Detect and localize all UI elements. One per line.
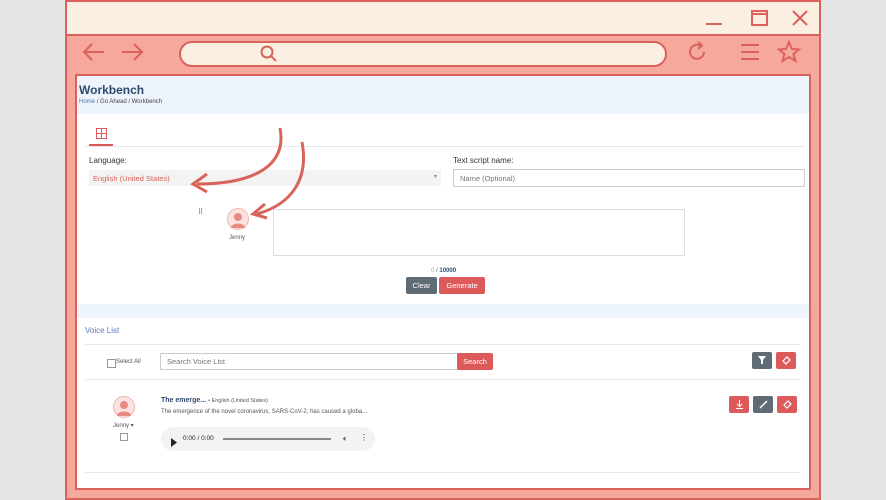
browser-frame: Workbench Home / Go Ahead / Workbench La… xyxy=(65,0,821,500)
window-titlebar xyxy=(67,2,819,36)
back-arrow-icon[interactable] xyxy=(81,40,107,70)
menu-icon[interactable] xyxy=(739,40,761,70)
list-header-divider xyxy=(85,379,801,380)
pencil-icon xyxy=(758,400,768,409)
download-icon xyxy=(735,400,743,409)
script-name-label: Text script name: xyxy=(453,156,514,165)
item-title[interactable]: The emerge... xyxy=(161,397,206,404)
select-all-checkbox[interactable] xyxy=(107,359,116,368)
language-value: English (United States) xyxy=(93,174,170,183)
search-voice-input[interactable] xyxy=(160,353,458,370)
char-count: 0 xyxy=(431,268,435,274)
chevron-down-icon: ▾ xyxy=(433,174,437,180)
download-button[interactable] xyxy=(729,396,749,413)
char-limit: 10000 xyxy=(439,268,457,274)
script-name-input[interactable] xyxy=(453,169,805,187)
generate-button[interactable]: Generate xyxy=(439,277,485,294)
avatar[interactable] xyxy=(227,208,249,230)
item-checkbox[interactable] xyxy=(120,433,128,441)
char-counter: 0 / 10000 xyxy=(431,268,457,274)
breadcrumb-home[interactable]: Home xyxy=(79,99,95,105)
list-bottom-divider xyxy=(85,472,801,473)
more-options-icon[interactable]: ⋮ xyxy=(360,433,368,442)
audio-time: 0:00 / 0:00 xyxy=(183,435,214,442)
eraser-icon xyxy=(781,356,791,365)
avatar xyxy=(113,396,135,418)
filter-icon xyxy=(758,356,766,364)
item-title-row: The emerge... • English (United States) xyxy=(161,397,268,404)
search-icon xyxy=(259,44,279,69)
address-bar[interactable] xyxy=(179,41,667,67)
script-textarea[interactable] xyxy=(273,209,685,256)
item-voice-name: Jenny ▾ xyxy=(113,423,134,429)
language-label: Language: xyxy=(89,156,127,165)
delete-button[interactable] xyxy=(777,396,797,413)
voice-name-label: Jenny xyxy=(229,235,246,241)
close-icon[interactable] xyxy=(789,8,811,28)
item-description: The emergence of the novel coronavirus, … xyxy=(161,409,368,415)
page-header: Workbench Home / Go Ahead / Workbench xyxy=(77,76,809,114)
page-title: Workbench xyxy=(79,83,145,97)
refresh-icon[interactable] xyxy=(685,40,709,70)
item-language: English (United States) xyxy=(211,398,268,404)
search-button[interactable]: Search xyxy=(457,353,493,370)
edit-button[interactable] xyxy=(753,396,773,413)
star-icon[interactable] xyxy=(776,39,802,70)
browser-navbar xyxy=(67,34,819,72)
voice-list-title: Voice List xyxy=(85,326,120,335)
voice-list-divider xyxy=(85,344,801,345)
clear-button[interactable]: Clear xyxy=(406,277,437,294)
breadcrumb: Home / Go Ahead / Workbench xyxy=(79,99,162,105)
maximize-icon[interactable] xyxy=(749,8,771,28)
select-all-label: Select All xyxy=(116,359,141,365)
breadcrumb-go-ahead[interactable]: Go Ahead xyxy=(100,99,127,105)
volume-icon[interactable]: 🔈︎ xyxy=(343,434,348,444)
section-divider-band xyxy=(77,304,809,318)
tab-grid[interactable] xyxy=(89,124,113,146)
audio-player[interactable]: 0:00 / 0:00 🔈︎ ⋮ xyxy=(161,427,375,451)
breadcrumb-workbench: Workbench xyxy=(131,99,162,105)
play-icon[interactable] xyxy=(171,434,178,452)
forward-arrow-icon[interactable] xyxy=(119,40,145,70)
audio-progress-bar[interactable] xyxy=(223,438,331,440)
page-content: Workbench Home / Go Ahead / Workbench La… xyxy=(75,74,811,490)
grid-icon xyxy=(96,126,107,144)
clear-filter-button[interactable] xyxy=(776,352,796,369)
filter-button[interactable] xyxy=(752,352,772,369)
minimize-icon[interactable] xyxy=(703,8,725,28)
eraser-icon xyxy=(782,400,792,409)
drag-handle-icon[interactable]: ⠿ xyxy=(198,208,203,216)
